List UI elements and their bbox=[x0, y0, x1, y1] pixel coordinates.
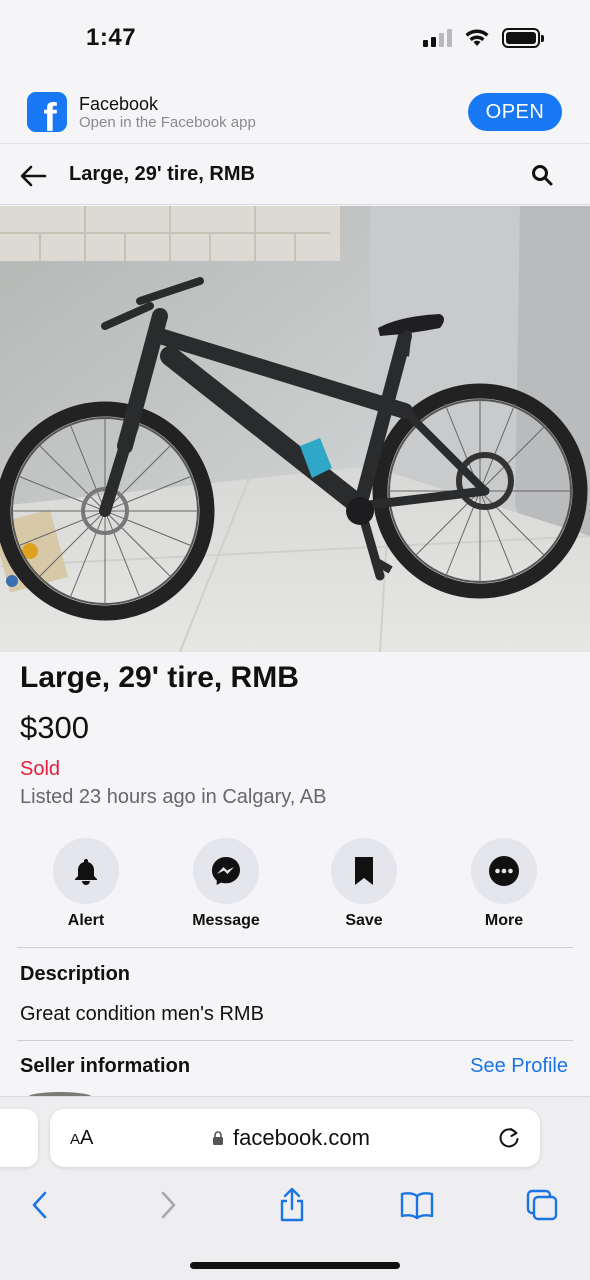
divider bbox=[17, 947, 573, 948]
banner-app-name: Facebook bbox=[79, 94, 159, 114]
seller-heading: Seller information bbox=[20, 1055, 191, 1077]
more-circle[interactable] bbox=[471, 838, 537, 904]
message-button[interactable]: Message bbox=[171, 838, 281, 930]
battery-icon bbox=[502, 28, 544, 48]
listing-photo[interactable] bbox=[0, 206, 590, 652]
url-text: facebook.com bbox=[233, 1125, 370, 1150]
back-button[interactable] bbox=[20, 1185, 60, 1225]
search-icon[interactable] bbox=[530, 163, 554, 187]
banner-subtitle: Open in the Facebook app bbox=[79, 114, 256, 131]
status-time: 1:47 bbox=[86, 24, 137, 51]
facebook-logo-icon: f bbox=[27, 92, 67, 132]
message-circle[interactable] bbox=[193, 838, 259, 904]
listing-title: Large, 29' tire, RMB bbox=[20, 661, 299, 694]
open-app-button[interactable]: OPEN bbox=[468, 93, 562, 131]
bell-icon bbox=[75, 859, 97, 885]
more-label: More bbox=[484, 912, 524, 929]
more-icon bbox=[489, 856, 519, 886]
see-profile-link[interactable]: See Profile bbox=[470, 1055, 568, 1078]
message-label: Message bbox=[192, 912, 260, 929]
cellular-signal-icon bbox=[423, 29, 452, 47]
book-icon bbox=[400, 1192, 434, 1220]
more-button[interactable]: More bbox=[449, 838, 559, 930]
listing-price: $300 bbox=[20, 710, 89, 745]
previous-tab-peek[interactable] bbox=[0, 1109, 38, 1167]
forward-button[interactable] bbox=[148, 1185, 188, 1225]
share-button[interactable] bbox=[272, 1185, 312, 1225]
page-header: Large, 29' tire, RMB bbox=[0, 145, 590, 205]
status-bar: 1:47 bbox=[0, 0, 590, 80]
share-icon bbox=[280, 1187, 304, 1222]
app-install-banner: f Facebook Open in the Facebook app OPEN bbox=[0, 80, 590, 144]
status-badge: Sold bbox=[20, 758, 61, 780]
wifi-icon bbox=[465, 29, 489, 46]
description-heading: Description bbox=[20, 963, 131, 985]
header-title: Large, 29' tire, RMB bbox=[69, 163, 255, 185]
browser-toolbar: AA facebook.com bbox=[0, 1096, 590, 1280]
lock-icon bbox=[213, 1131, 223, 1145]
listing-actions: Alert Message Save More bbox=[0, 838, 590, 938]
reload-icon[interactable] bbox=[496, 1125, 522, 1151]
chevron-right-icon bbox=[161, 1191, 176, 1219]
alert-circle[interactable] bbox=[53, 838, 119, 904]
save-label: Save bbox=[345, 912, 383, 929]
save-button[interactable]: Save bbox=[309, 838, 419, 930]
tabs-button[interactable] bbox=[522, 1185, 562, 1225]
bookmarks-button[interactable] bbox=[397, 1185, 437, 1225]
divider bbox=[17, 1040, 573, 1041]
address-bar[interactable]: AA facebook.com bbox=[50, 1109, 540, 1167]
alert-label: Alert bbox=[67, 912, 105, 929]
tabs-icon bbox=[526, 1189, 558, 1221]
bookmark-icon bbox=[355, 857, 373, 885]
home-indicator bbox=[190, 1262, 400, 1269]
save-circle[interactable] bbox=[331, 838, 397, 904]
back-arrow-icon[interactable] bbox=[18, 161, 48, 191]
description-text: Great condition men's RMB bbox=[20, 1003, 264, 1025]
chevron-left-icon bbox=[32, 1191, 47, 1219]
bike-image bbox=[0, 206, 590, 652]
reader-options-button[interactable]: AA bbox=[70, 1127, 93, 1150]
messenger-icon bbox=[212, 857, 240, 885]
listing-meta: Listed 23 hours ago in Calgary, AB bbox=[20, 786, 327, 808]
alert-button[interactable]: Alert bbox=[31, 838, 141, 930]
status-icons bbox=[423, 28, 544, 48]
